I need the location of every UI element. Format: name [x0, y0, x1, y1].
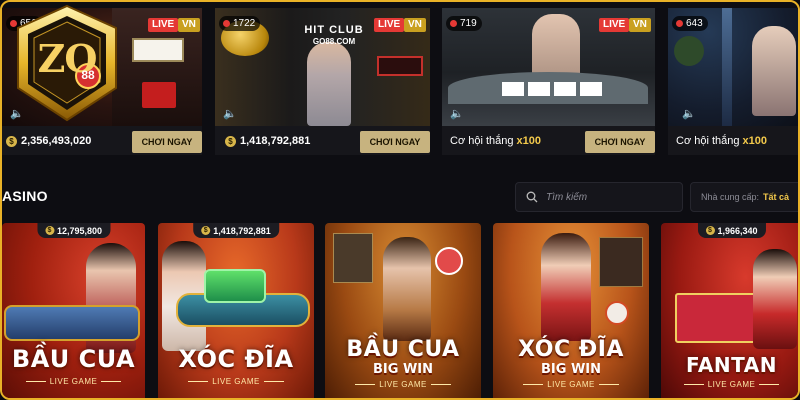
- mute-icon[interactable]: 🔈: [223, 108, 237, 120]
- card-footer: Cơ hội thắng x100: [668, 126, 798, 155]
- game-title: XÓC ĐĨA: [178, 345, 294, 373]
- game-tag: LIVE GAME: [325, 380, 481, 389]
- coin-icon: $: [705, 226, 715, 235]
- provider-label: Nhà cung cấp:: [701, 192, 760, 202]
- jackpot-amount: 2,356,493,020: [21, 135, 92, 147]
- viewer-count: 719: [446, 16, 482, 31]
- jackpot-pill: $1,966,340: [697, 223, 766, 238]
- game-card-xoc-dia-2[interactable]: XÓC ĐĨA BIG WIN LIVE GAME: [493, 223, 649, 398]
- site-logo[interactable]: ZO 88: [2, 2, 132, 127]
- live-dot-icon: [450, 20, 457, 27]
- play-now-button[interactable]: CHƠI NGAY: [132, 131, 202, 153]
- game-title: FANTAN: [686, 353, 777, 377]
- game-card-xoc-dia-1[interactable]: $1,418,792,881 XÓC ĐĨA LIVE GAME: [158, 223, 314, 398]
- viewer-count: 1722: [219, 16, 261, 31]
- play-now-button[interactable]: CHƠI NGAY: [585, 131, 655, 153]
- live-badge: LIVE: [148, 18, 179, 32]
- game-tag: LIVE GAME: [2, 377, 145, 386]
- coin-icon: $: [225, 135, 236, 147]
- search-box[interactable]: [515, 182, 683, 212]
- card-footer: Cơ hội thắng x100 CHƠI NGAY: [442, 126, 655, 155]
- card-footer: $ 1,418,792,881 CHƠI NGAY: [215, 126, 430, 155]
- logo-subtext: 88: [81, 68, 95, 82]
- jackpot-pill: $12,795,800: [36, 223, 111, 238]
- play-now-button[interactable]: CHƠI NGAY: [360, 131, 430, 153]
- jackpot-pill: $1,418,792,881: [193, 223, 279, 238]
- logo-text: ZO: [37, 36, 98, 81]
- live-table-card-3[interactable]: 719 LIVE VN 🔈 Cơ hội thắng x100 CHƠI NGA…: [442, 8, 655, 155]
- game-tag: LIVE GAME: [493, 380, 649, 389]
- table-sign-line-1: HIT CLUB: [304, 24, 364, 36]
- live-badge: LIVE: [599, 18, 630, 32]
- provider-filter[interactable]: Nhà cung cấp: Tất cả: [690, 182, 798, 212]
- live-dot-icon: [676, 20, 683, 27]
- game-subtitle: BIG WIN: [541, 362, 601, 377]
- search-input[interactable]: [546, 191, 676, 203]
- language-badge: VN: [178, 18, 200, 32]
- live-table-card-4[interactable]: 643 🔈 Cơ hội thắng x100: [668, 8, 798, 155]
- game-title: BẦU CUA: [346, 337, 460, 362]
- language-badge: VN: [629, 18, 651, 32]
- section-title: ASINO: [2, 188, 48, 204]
- win-chance-text: Cơ hội thắng x100: [676, 135, 768, 147]
- live-dot-icon: [223, 20, 230, 27]
- game-card-bau-cua-2[interactable]: BẦU CUA BIG WIN LIVE GAME: [325, 223, 481, 398]
- win-chance-text: Cơ hội thắng x100: [450, 135, 542, 147]
- game-tag: LIVE GAME: [661, 380, 798, 389]
- viewer-count: 643: [672, 16, 708, 31]
- live-badge: LIVE: [374, 18, 405, 32]
- game-subtitle: BIG WIN: [373, 362, 433, 377]
- game-card-bau-cua-1[interactable]: $12,795,800 BẦU CUA LIVE GAME: [2, 223, 145, 398]
- app-frame: 656 LIVE VN 🔈 $ 2,356,493,020 CHƠI NGAY …: [0, 0, 800, 400]
- game-tag: LIVE GAME: [158, 377, 314, 386]
- card-footer: $ 2,356,493,020 CHƠI NGAY: [2, 126, 202, 155]
- jackpot-amount: 1,418,792,881: [240, 135, 311, 147]
- game-title: BẦU CUA: [11, 345, 136, 373]
- mute-icon[interactable]: 🔈: [450, 108, 464, 120]
- coin-icon: $: [201, 226, 211, 235]
- language-badge: VN: [404, 18, 426, 32]
- coin-icon: $: [44, 226, 54, 235]
- game-title: XÓC ĐĨA: [518, 337, 624, 362]
- game-card-fantan[interactable]: $1,966,340 FANTAN LIVE GAME: [661, 223, 798, 398]
- coin-icon: $: [6, 135, 17, 147]
- search-icon: [526, 191, 538, 203]
- live-table-card-2[interactable]: HIT CLUB GO88.COM 1722 LIVE VN 🔈 $ 1,418…: [215, 8, 430, 155]
- table-sign-line-2: GO88.COM: [312, 37, 356, 46]
- provider-value: Tất cả: [763, 192, 790, 202]
- mute-icon[interactable]: 🔈: [682, 108, 696, 120]
